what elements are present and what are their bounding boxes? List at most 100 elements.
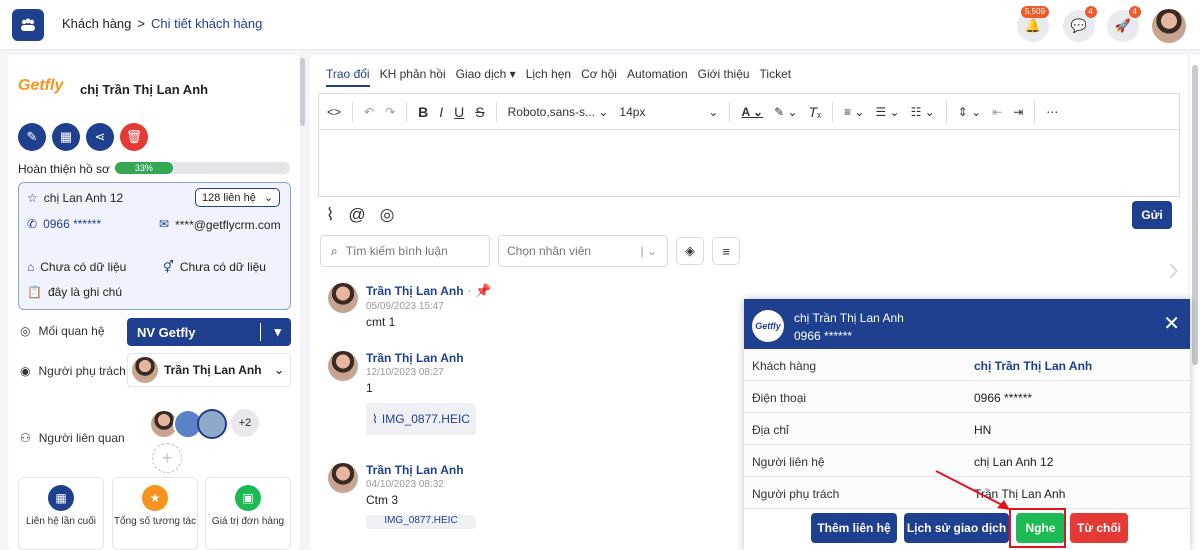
tab-automation[interactable]: Automation bbox=[627, 67, 688, 87]
attachment-name: IMG_0877.HEIC bbox=[384, 515, 458, 526]
rocket-button[interactable]: 🚀 4 bbox=[1107, 6, 1141, 42]
highlight-icon[interactable]: ✎ ⌄ bbox=[774, 105, 797, 119]
send-button[interactable]: Gửi bbox=[1132, 201, 1172, 229]
code-view-icon[interactable]: <> bbox=[327, 105, 341, 119]
close-icon[interactable]: ✕ bbox=[1163, 311, 1180, 336]
phone-icon: ✆ bbox=[27, 217, 38, 231]
share-button[interactable]: ⋖ bbox=[86, 123, 114, 151]
attachment-icon[interactable]: ⌇ bbox=[326, 205, 334, 225]
notification-badge: 5,509 bbox=[1021, 6, 1050, 18]
left-scrollbar[interactable] bbox=[300, 58, 305, 126]
reject-call-button[interactable]: Từ chối bbox=[1070, 513, 1128, 543]
star-icon[interactable]: ☆ bbox=[27, 191, 38, 205]
comment-author[interactable]: Trần Thị Lan Anh bbox=[366, 351, 476, 365]
owner-label: ◉ Người phụ trách bbox=[20, 364, 126, 378]
scroll-thumb[interactable] bbox=[1192, 65, 1198, 365]
tab-giao-dich[interactable]: Giao dịch ▾ bbox=[456, 67, 516, 87]
row-label: Khách hàng bbox=[752, 359, 817, 373]
relation-select[interactable]: NV Getfly ▾ bbox=[127, 318, 291, 346]
rocket-badge: 4 bbox=[1128, 6, 1141, 18]
indent-icon[interactable]: ⇥ bbox=[1013, 105, 1023, 119]
tab-lich-hen[interactable]: Lịch hẹn bbox=[526, 67, 571, 87]
menu-icon[interactable] bbox=[12, 9, 44, 41]
contact-count: 128 liên hệ bbox=[202, 191, 256, 204]
org-value: Chưa có dữ liệu bbox=[40, 260, 127, 274]
phone-value[interactable]: 0966 ****** bbox=[43, 217, 101, 231]
more-related-badge[interactable]: +2 bbox=[231, 409, 259, 437]
calendar-button[interactable]: ▦ bbox=[52, 123, 80, 151]
align-icon[interactable]: ≡ ⌄ bbox=[844, 105, 864, 119]
add-contact-button[interactable]: Thêm liên hệ bbox=[811, 513, 897, 543]
contact-count-select[interactable]: 128 liên hệ ⌄ bbox=[195, 188, 281, 207]
chevron-right-icon[interactable]: › bbox=[1168, 250, 1179, 289]
caret-down-icon: ▾ bbox=[274, 324, 281, 339]
pencil-icon: ✎ bbox=[26, 129, 38, 144]
user-avatar[interactable] bbox=[1152, 9, 1186, 43]
right-scrollbar[interactable] bbox=[1190, 55, 1200, 550]
toolbar-divider bbox=[832, 101, 834, 122]
italic-icon[interactable]: I bbox=[439, 104, 443, 120]
editor-extras: ⌇ @ ◎ bbox=[326, 205, 394, 225]
pin-icon[interactable]: · 📌 bbox=[467, 283, 491, 298]
font-size-select[interactable]: 14px bbox=[619, 105, 697, 119]
chevron-down-icon: ⌄ bbox=[263, 192, 274, 204]
comment-author[interactable]: Trần Thị Lan Anh bbox=[366, 284, 464, 298]
font-family-select[interactable]: Roboto,sans-s... ⌄ bbox=[508, 105, 609, 119]
staff-select[interactable]: Chọn nhân viên | ⌄ bbox=[498, 235, 668, 267]
search-icon: ⌕ bbox=[331, 243, 338, 258]
tab-kh-phan-hoi[interactable]: KH phản hồi bbox=[380, 67, 446, 87]
chevron-down-icon[interactable]: ⌄ bbox=[708, 105, 718, 119]
tab-co-hoi[interactable]: Cơ hội bbox=[581, 67, 617, 87]
wallet-icon: ▣ bbox=[235, 485, 261, 511]
editor-text-area[interactable] bbox=[319, 130, 1179, 196]
rocket-icon: 🚀 bbox=[1114, 18, 1132, 33]
underline-icon[interactable]: U bbox=[454, 104, 464, 120]
bold-icon[interactable]: B bbox=[418, 104, 428, 120]
strikethrough-icon[interactable]: S bbox=[475, 104, 484, 120]
more-icon[interactable]: ⋯ bbox=[1046, 105, 1058, 119]
phone-row: ✆ 0966 ****** bbox=[27, 217, 101, 231]
note-row: 📋 đây là ghi chú bbox=[27, 285, 122, 299]
layers-button[interactable]: ◈ bbox=[676, 237, 704, 265]
row-value[interactable]: chị Trần Thị Lan Anh bbox=[974, 359, 1092, 373]
users-icon: ⚇ bbox=[20, 431, 31, 445]
related-avatar[interactable] bbox=[197, 409, 227, 439]
line-height-icon[interactable]: ⇕ ⌄ bbox=[958, 105, 981, 119]
stat-card-order-value[interactable]: ▣ Giá trị đơn hàng bbox=[205, 477, 291, 550]
toolbar-divider bbox=[406, 101, 408, 122]
comment-search[interactable]: ⌕ Tìm kiếm bình luận bbox=[320, 235, 490, 267]
stat-card-last-contact[interactable]: ▦ Liên hệ lần cuối bbox=[18, 477, 104, 550]
divider bbox=[260, 323, 261, 341]
unordered-list-icon[interactable]: ☷ ⌄ bbox=[911, 105, 935, 119]
contact-name-row: ☆ chị Lan Anh 12 bbox=[27, 191, 123, 205]
notification-button[interactable]: 🔔 5,509 bbox=[1017, 6, 1050, 42]
org-row: ⌂ Chưa có dữ liệu bbox=[27, 260, 126, 274]
tab-ticket[interactable]: Ticket bbox=[760, 67, 792, 87]
location-icon[interactable]: ◎ bbox=[380, 205, 395, 225]
clear-format-icon[interactable]: Tₓ bbox=[809, 104, 822, 120]
mention-icon[interactable]: @ bbox=[348, 205, 365, 225]
email-value[interactable]: ****@getflycrm.com bbox=[175, 217, 281, 233]
profile-progress-bar: 33% bbox=[115, 162, 290, 174]
chat-button[interactable]: 💬 4 bbox=[1063, 6, 1097, 42]
breadcrumb-home[interactable]: Khách hàng bbox=[62, 16, 131, 31]
filter-button[interactable]: ≡ bbox=[712, 237, 740, 265]
comment-text: Ctm 3 bbox=[366, 493, 399, 507]
comment-attachment[interactable]: ⌇ IMG_0877.HEIC bbox=[366, 403, 476, 435]
calendar-icon: ▦ bbox=[48, 485, 74, 511]
undo-icon[interactable]: ↶ bbox=[364, 105, 374, 119]
tab-gioi-thieu[interactable]: Giới thiệu bbox=[698, 67, 750, 87]
add-related-button[interactable]: + bbox=[152, 443, 182, 473]
transaction-history-button[interactable]: Lịch sử giao dịch bbox=[904, 513, 1009, 543]
ordered-list-icon[interactable]: ☰ ⌄ bbox=[875, 105, 899, 119]
text-color-icon[interactable]: A ⌄ bbox=[741, 105, 763, 119]
tab-trao-doi[interactable]: Trao đổi bbox=[326, 67, 370, 87]
outdent-icon[interactable]: ⇤ bbox=[992, 105, 1002, 119]
delete-button[interactable]: 🗑 bbox=[120, 123, 148, 151]
redo-icon[interactable]: ↷ bbox=[385, 105, 395, 119]
comment-attachment[interactable]: IMG_0877.HEIC bbox=[366, 515, 476, 529]
comment-author[interactable]: Trần Thị Lan Anh bbox=[366, 463, 476, 477]
owner-select[interactable]: Trần Thị Lan Anh ⌄ bbox=[127, 353, 291, 387]
edit-button[interactable]: ✎ bbox=[18, 123, 46, 151]
stat-card-interactions[interactable]: ★ Tổng số tương tác bbox=[112, 477, 198, 550]
